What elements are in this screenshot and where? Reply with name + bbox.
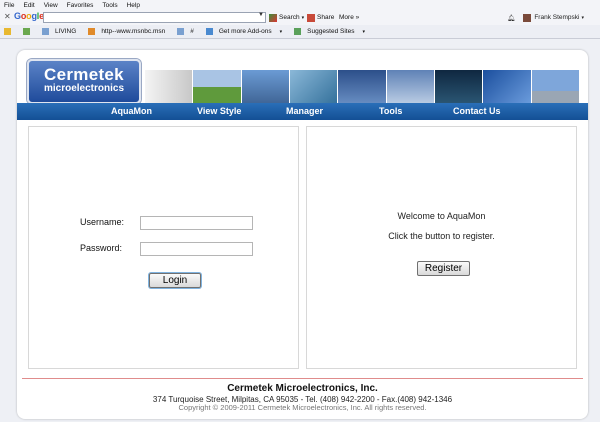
menu-file[interactable]: File — [4, 2, 14, 9]
main-nav: AquaMon View Style Manager Tools Contact… — [17, 103, 588, 120]
footer-copyright: Copyright © 2009-2011 Cermetek Microelec… — [178, 403, 427, 412]
site-header: Cermetek microelectronics — [26, 58, 580, 108]
toolbar-search-button[interactable]: Search ▾ — [269, 12, 304, 23]
bell-icon[interactable]: 🔔︎ — [507, 14, 515, 22]
nav-tools[interactable]: Tools — [379, 106, 402, 116]
welcome-text: Welcome to AquaMon — [397, 211, 486, 221]
page-icon — [177, 28, 185, 35]
search-icon — [269, 13, 277, 22]
register-button[interactable]: Register — [417, 261, 470, 276]
chevron-down-icon[interactable]: ▼ — [258, 12, 264, 18]
favorite-add-icon[interactable] — [23, 28, 36, 35]
password-input[interactable] — [140, 242, 253, 256]
google-logo: Google — [14, 11, 44, 21]
register-instructions: Click the button to register. — [388, 231, 495, 241]
favorite-item-living[interactable]: LIVING — [42, 28, 82, 35]
toolbar-more-button[interactable]: More » — [339, 12, 359, 23]
toolbar-share-button[interactable]: Share — [307, 12, 334, 23]
avatar — [523, 13, 532, 22]
browser-menubar: File Edit View Favorites Tools Help — [0, 0, 600, 11]
favorites-bar: LIVING http--www.msnbc.msn # Get more Ad… — [0, 25, 600, 39]
menu-tools[interactable]: Tools — [102, 2, 117, 9]
nav-aquamon[interactable]: AquaMon — [111, 106, 152, 116]
close-icon[interactable]: ✕ — [4, 12, 11, 21]
menu-view[interactable]: View — [44, 2, 58, 9]
menu-favorites[interactable]: Favorites — [67, 2, 94, 9]
password-label: Password: — [80, 243, 123, 253]
favorites-star-icon[interactable] — [4, 28, 17, 35]
toolbar-search-input[interactable] — [43, 12, 266, 23]
login-panel: Username: Password: Login — [28, 126, 299, 369]
cermetek-logo[interactable]: Cermetek microelectronics — [27, 59, 141, 104]
username-label: Username: — [80, 217, 125, 227]
footer-company: Cermetek Microelectronics, Inc. — [227, 383, 378, 394]
google-toolbar: ✕ Google ▼ Search ▾ Share More » 🔔︎ Frank… — [0, 11, 600, 25]
page-container: Cermetek microelectronics AquaMon View S… — [17, 50, 588, 419]
favorite-item-addons[interactable]: Get more Add-ons ▾ — [205, 28, 288, 35]
favorite-item-suggested[interactable]: Suggested Sites ▾ — [294, 28, 371, 35]
nav-view-style[interactable]: View Style — [197, 106, 241, 116]
suggested-sites-icon — [294, 28, 302, 35]
toolbar-user[interactable]: 🔔︎ Frank Stempski ▾ — [507, 12, 584, 23]
login-button[interactable]: Login — [149, 273, 201, 288]
addons-icon — [205, 28, 213, 35]
msnbc-icon — [88, 28, 96, 35]
menu-edit[interactable]: Edit — [23, 2, 34, 9]
menu-help[interactable]: Help — [127, 2, 140, 9]
favorite-item-hash[interactable]: # — [177, 28, 200, 35]
share-icon — [307, 13, 315, 22]
nav-contact-us[interactable]: Contact Us — [453, 106, 501, 116]
page-icon — [42, 28, 49, 35]
footer-divider — [22, 378, 583, 379]
username-input[interactable] — [140, 216, 253, 230]
nav-manager[interactable]: Manager — [286, 106, 323, 116]
register-panel: Welcome to AquaMon Click the button to r… — [306, 126, 577, 369]
favorite-item-msnbc[interactable]: http--www.msnbc.msn — [88, 28, 171, 35]
